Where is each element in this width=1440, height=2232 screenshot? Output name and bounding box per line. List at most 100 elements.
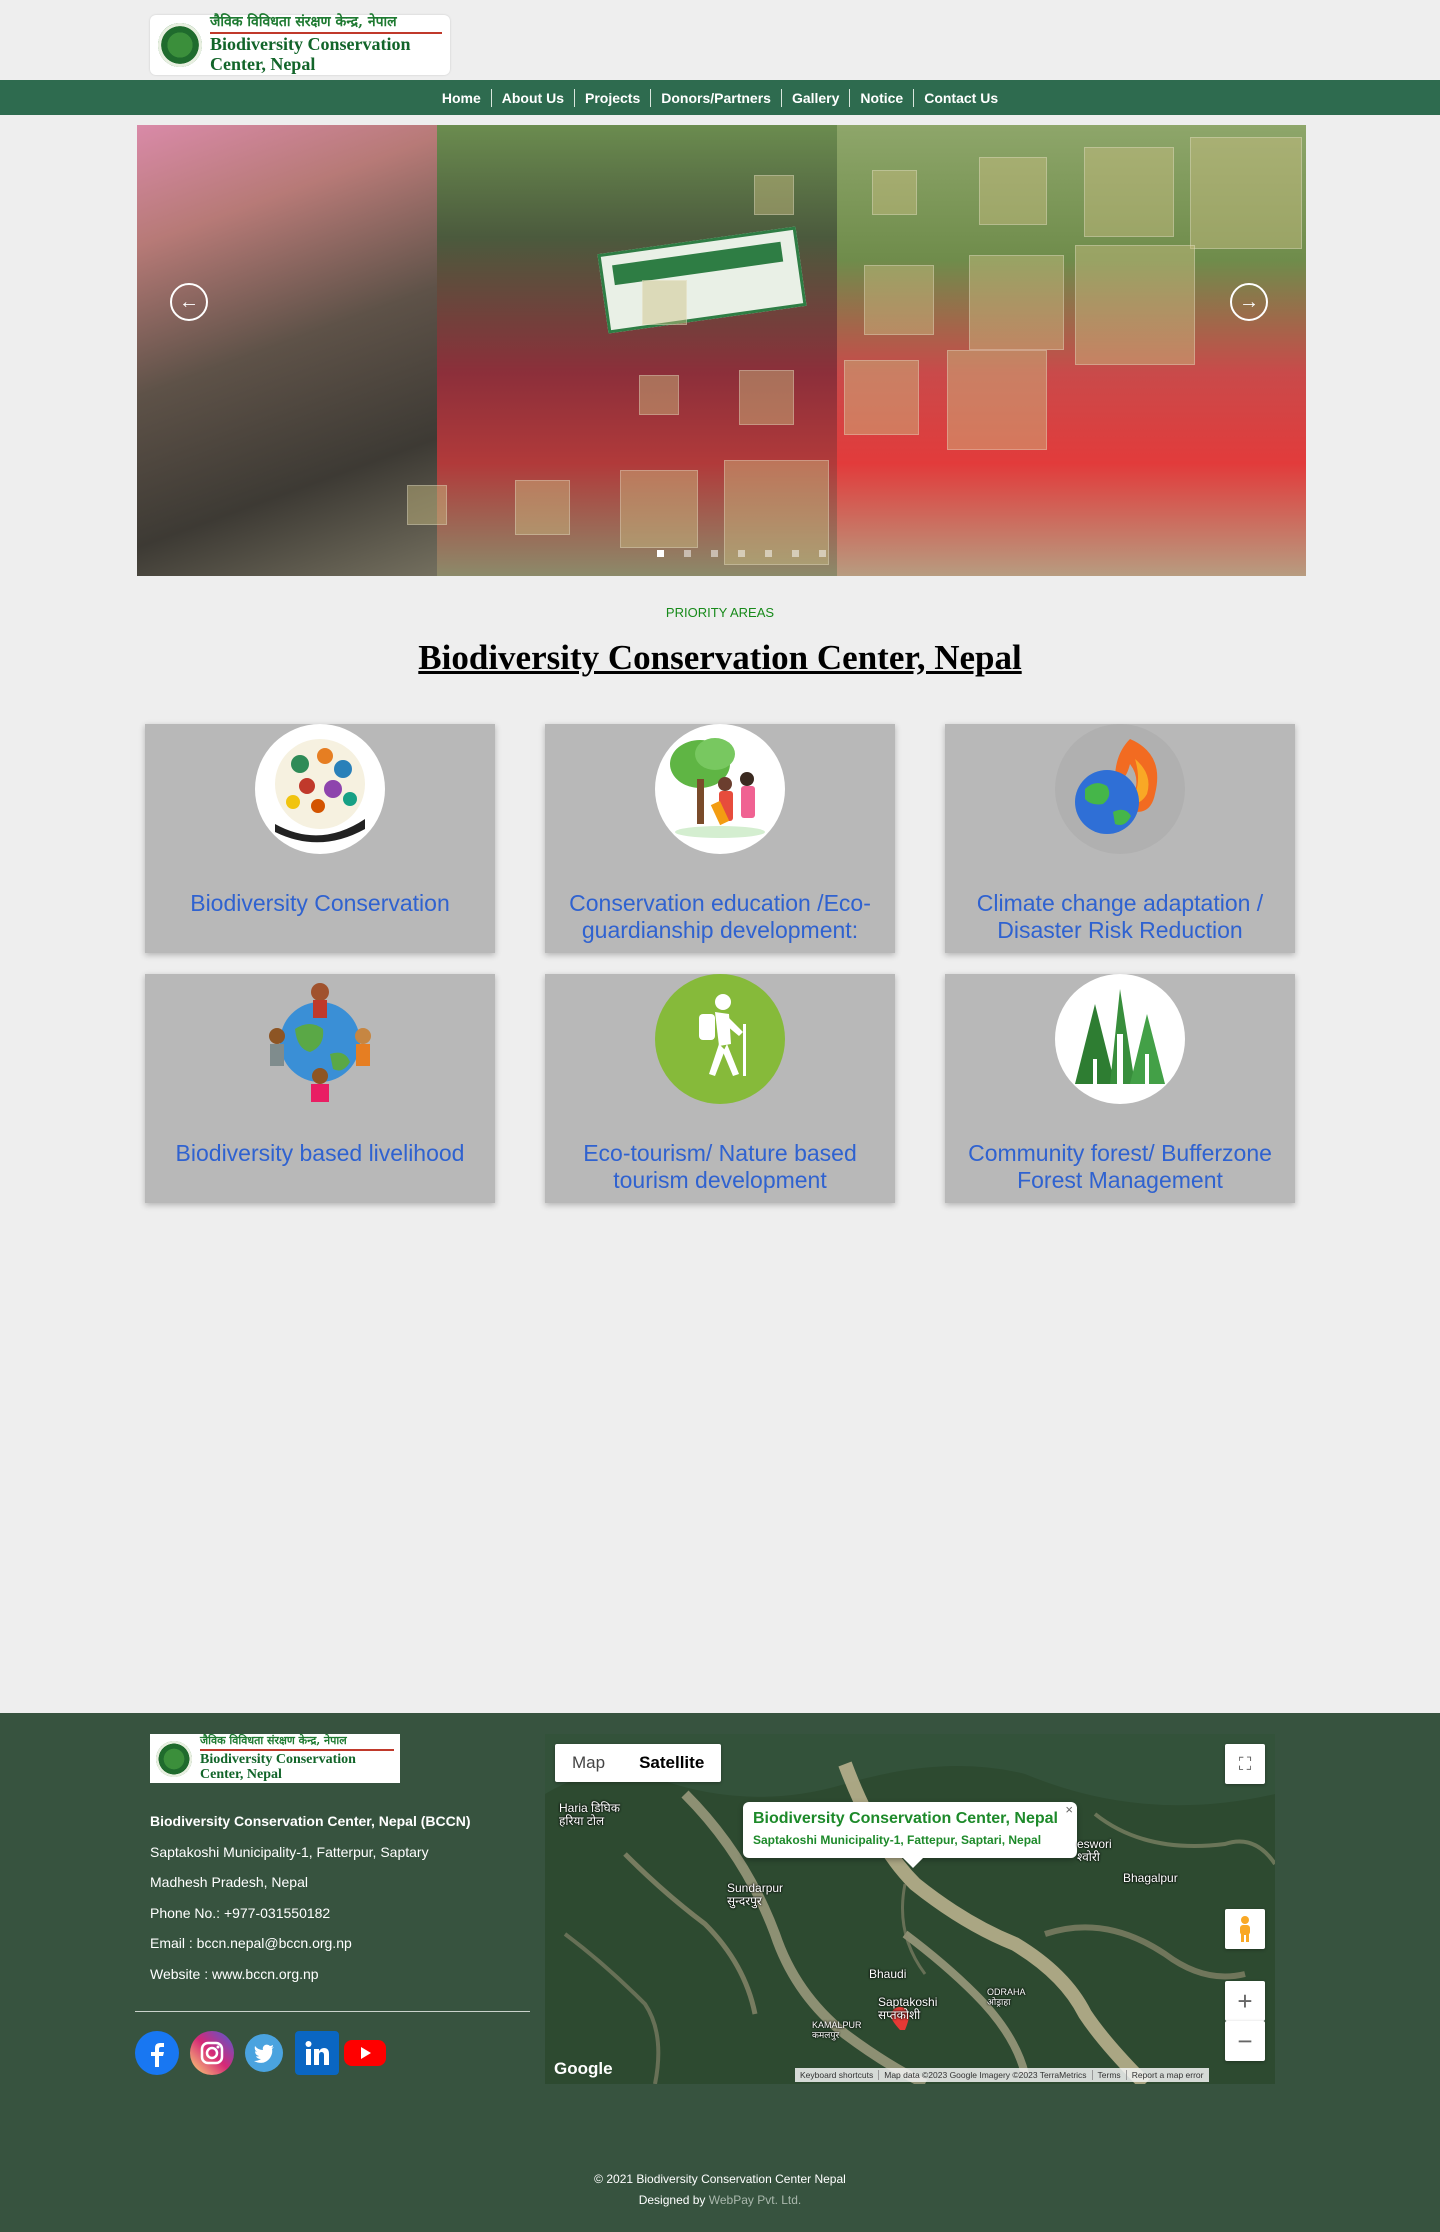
priority-card-climate-change[interactable]: Climate change adaptation / Disaster Ris… [945,724,1295,953]
people-around-globe-icon [255,974,385,1104]
map-attribution: Keyboard shortcuts Map data ©2023 Google… [795,2068,1209,2082]
logo-english-text: Biodiversity Conservation Center, Nepal [210,32,442,75]
designed-by-prefix: Designed by [638,2193,709,2207]
transition-tile [620,470,698,548]
map-place-saptakoshi: Saptakoshi सप्तकोशी [878,1995,938,2022]
logo-nepali-text: जैविक विविधता संरक्षण केन्द्र, नेपाल [200,1733,347,1747]
designer-link[interactable]: WebPay Pvt. Ltd. [709,2193,802,2207]
terms-link[interactable]: Terms [1091,2070,1126,2080]
map-tab-map[interactable]: Map [555,1744,622,1782]
footer-logo[interactable]: जैविक विविधता संरक्षण केन्द्र, नेपाल Bio… [150,1734,400,1783]
transition-tile [642,280,687,325]
info-window-tail [903,1858,923,1868]
street-view-button[interactable] [1225,1909,1265,1949]
footer-divider [135,2011,530,2012]
footer-website[interactable]: Website : www.bccn.org.np [150,1966,319,1982]
footer: जैविक विविधता संरक्षण केन्द्र, नेपाल Bio… [0,1713,1440,2232]
slider-dot[interactable] [684,550,691,557]
slider-dot[interactable] [819,550,826,557]
nav-donors-partners[interactable]: Donors/Partners [651,88,782,107]
nav-about-us[interactable]: About Us [492,88,575,107]
transition-tile [844,360,919,435]
slider-dot[interactable] [765,550,772,557]
google-map[interactable]: Map Satellite ⛶ + − Biodiversity Conserv… [545,1734,1275,2084]
card-title: Biodiversity based livelihood [175,1140,465,1166]
fullscreen-button[interactable]: ⛶ [1225,1744,1265,1784]
info-window-title: Biodiversity Conservation Center, Nepal [753,1810,1058,1827]
facebook-icon[interactable] [135,2031,179,2075]
transition-tile [1075,245,1195,365]
nav-contact-us[interactable]: Contact Us [914,89,1008,107]
hiker-icon [655,974,785,1104]
slider-dot[interactable] [738,550,745,557]
satellite-imagery [545,1734,1275,2084]
logo-nepali-text: जैविक विविधता संरक्षण केन्द्र, नेपाल [210,14,397,30]
card-title: Conservation education /Eco-guardianship… [569,890,871,943]
nav-gallery[interactable]: Gallery [782,88,851,107]
footer-phone: Phone No.: +977-031550182 [150,1905,331,1921]
priority-card-eco-tourism[interactable]: Eco-tourism/ Nature based tourism develo… [545,974,895,1203]
minus-icon: − [1237,2025,1253,2056]
card-title: Climate change adaptation / Disaster Ris… [976,890,1264,943]
linkedin-icon[interactable] [295,2031,339,2075]
transition-tile [864,265,934,335]
plus-icon: + [1237,1985,1253,2016]
transition-tile [872,170,917,215]
footer-email[interactable]: Email : bccn.nepal@bccn.org.np [150,1935,352,1951]
burning-earth-icon [1055,724,1185,854]
youtube-icon[interactable] [343,2031,387,2075]
logo-text: जैविक विविधता संरक्षण केन्द्र, नेपाल Bio… [210,14,442,75]
footer-address-line1: Saptakoshi Municipality-1, Fatterpur, Sa… [150,1844,429,1860]
priority-card-biodiversity-livelihood[interactable]: Biodiversity based livelihood [145,974,495,1203]
instagram-icon[interactable] [190,2031,234,2075]
tree-planting-icon [655,724,785,854]
slider-next-button[interactable]: → [1230,283,1268,321]
main-nav: Home About Us Projects Donors/Partners G… [0,80,1440,115]
priority-card-biodiversity-conservation[interactable]: Biodiversity Conservation [145,724,495,953]
card-title: Biodiversity Conservation [190,890,450,916]
map-place-kamalpur: KAMALPUR कमलपुर [812,2020,862,2040]
slider-dots [657,550,826,557]
map-place-haria: Haria डिघिक हरिया टोल [559,1801,620,1828]
nav-notice[interactable]: Notice [850,88,915,107]
page-title: Biodiversity Conservation Center, Nepal [418,638,1022,677]
zoom-in-button[interactable]: + [1225,1981,1265,2021]
map-place-bhaudi: Bhaudi [869,1967,907,1981]
map-data-text: Map data ©2023 Google Imagery ©2023 Terr… [878,2070,1091,2080]
footer-address-line2: Madhesh Pradesh, Nepal [150,1874,308,1890]
close-icon[interactable]: × [1065,1802,1073,1817]
card-title: Eco-tourism/ Nature based tourism develo… [583,1140,857,1193]
priority-card-conservation-education[interactable]: Conservation education /Eco-guardianship… [545,724,895,953]
fullscreen-icon: ⛶ [1238,1753,1252,1774]
hero-slider: ← → [137,125,1306,576]
twitter-icon[interactable] [245,2034,283,2072]
forest-icon [1055,974,1185,1104]
site-logo[interactable]: जैविक विविधता संरक्षण केन्द्र, नेपाल Bio… [150,14,450,75]
slider-dot[interactable] [711,550,718,557]
report-map-error-link[interactable]: Report a map error [1125,2070,1209,2080]
logo-english-text: Biodiversity Conservation Center, Nepal [200,1748,394,1783]
card-title: Community forest/ Bufferzone Forest Mana… [968,1140,1272,1193]
transition-tile [1084,147,1174,237]
slider-prev-button[interactable]: ← [170,283,208,321]
info-window-address: Saptakoshi Municipality-1, Fattepur, Sap… [753,1833,1042,1847]
pegman-icon [1240,1916,1250,1942]
priority-card-community-forest[interactable]: Community forest/ Bufferzone Forest Mana… [945,974,1295,1203]
transition-tile [969,255,1064,350]
transition-tile [407,485,447,525]
transition-tile [947,350,1047,450]
footer-org-name: Biodiversity Conservation Center, Nepal … [150,1813,471,1829]
zoom-out-button[interactable]: − [1225,2021,1265,2061]
copyright-text: © 2021 Biodiversity Conservation Center … [594,2172,846,2186]
nav-projects[interactable]: Projects [575,88,652,107]
slider-dot[interactable] [792,550,799,557]
transition-tile [754,175,794,215]
keyboard-shortcuts-link[interactable]: Keyboard shortcuts [795,2070,878,2080]
map-tab-satellite[interactable]: Satellite [622,1744,721,1782]
transition-tile [639,375,679,415]
nav-home[interactable]: Home [432,88,492,107]
designed-by: Designed by WebPay Pvt. Ltd. [0,2193,1440,2207]
slider-dot[interactable] [657,550,664,557]
transition-tile [1190,137,1302,249]
logo-seal-icon [156,1740,192,1777]
